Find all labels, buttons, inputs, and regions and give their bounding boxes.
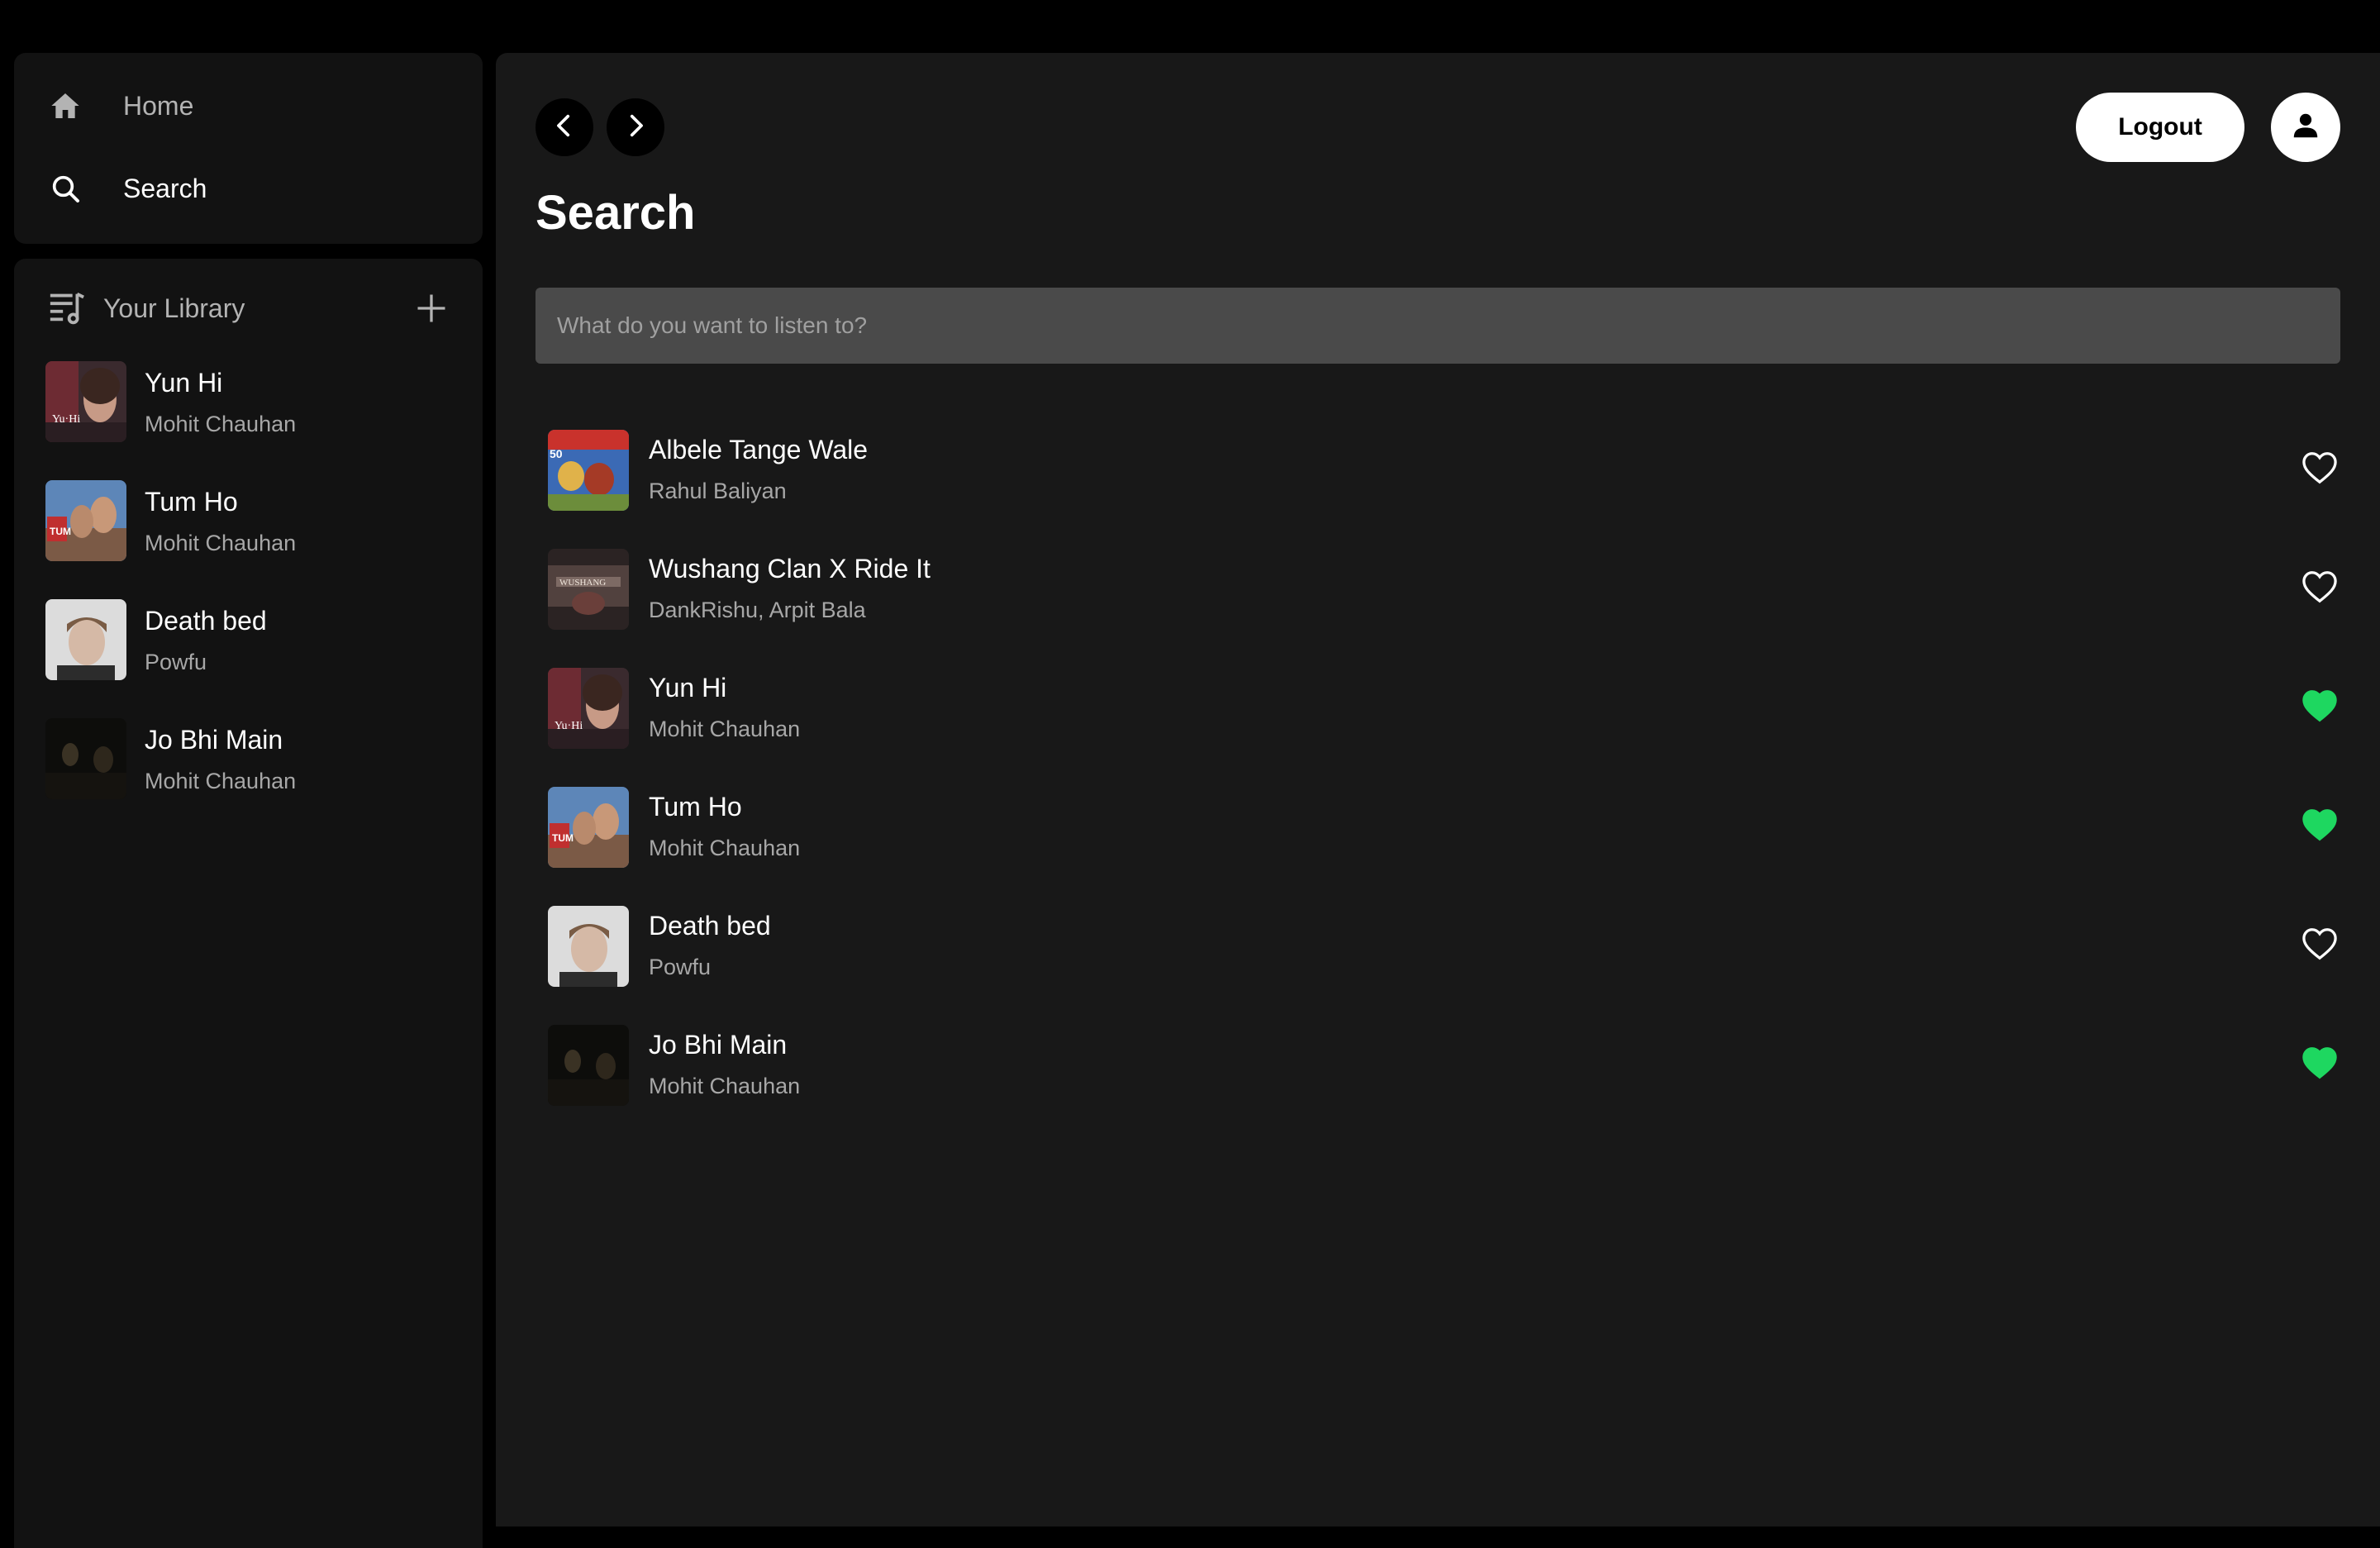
track-meta: Albele Tange Wale Rahul Baliyan	[649, 430, 868, 507]
track-meta: Wushang Clan X Ride It DankRishu, Arpit …	[649, 549, 931, 626]
heart-icon	[2301, 451, 2338, 488]
logout-button[interactable]: Logout	[2076, 93, 2244, 162]
album-art	[548, 1025, 629, 1106]
sidebar-item-label: Home	[123, 90, 194, 121]
table-row[interactable]: Yu·Hi Yun Hi Mohit Chauhan	[548, 668, 2349, 787]
plus-icon[interactable]	[413, 290, 450, 326]
track-meta: Tum Ho Mohit Chauhan	[145, 480, 296, 560]
track-title: Death bed	[145, 606, 267, 636]
svg-text:50: 50	[550, 447, 563, 460]
track-title: Jo Bhi Main	[145, 725, 283, 755]
track-title: Yun Hi	[145, 368, 223, 398]
heart-icon	[2301, 808, 2338, 845]
sidebar-item-label: Search	[123, 173, 207, 203]
like-button[interactable]	[2297, 565, 2343, 612]
album-art: 50	[548, 430, 629, 511]
album-art	[548, 906, 629, 987]
track-artist: Mohit Chauhan	[649, 717, 801, 741]
track-title: Yun Hi	[649, 673, 727, 703]
sidebar-item-search[interactable]: Search	[49, 164, 462, 213]
table-row[interactable]: TUM Tum Ho Mohit Chauhan	[548, 787, 2349, 906]
like-button[interactable]	[2297, 1041, 2343, 1088]
track-meta: Yun Hi Mohit Chauhan	[145, 361, 296, 441]
album-art: TUM	[45, 480, 126, 561]
heart-icon	[2301, 1046, 2338, 1084]
chevron-left-icon	[550, 112, 578, 144]
page-title: Search	[536, 186, 696, 240]
album-art: TUM	[548, 787, 629, 868]
library-icon	[47, 288, 85, 330]
list-item[interactable]: Jo Bhi Main Mohit Chauhan	[45, 718, 467, 837]
search-results: 50 Albele Tange Wale Rahul Baliyan WUSHA…	[548, 430, 2349, 1144]
svg-text:TUM: TUM	[552, 832, 574, 844]
track-artist: Powfu	[145, 650, 207, 674]
search-input[interactable]	[536, 288, 2340, 364]
sidebar-nav: Home Search	[14, 53, 483, 244]
album-art	[45, 599, 126, 680]
table-row[interactable]: 50 Albele Tange Wale Rahul Baliyan	[548, 430, 2349, 549]
like-button[interactable]	[2297, 684, 2343, 731]
table-row[interactable]: Jo Bhi Main Mohit Chauhan	[548, 1025, 2349, 1144]
forward-button[interactable]	[607, 98, 664, 156]
svg-text:WUSHANG: WUSHANG	[559, 578, 606, 588]
track-title: Death bed	[649, 911, 771, 941]
track-artist: DankRishu, Arpit Bala	[649, 598, 866, 622]
table-row[interactable]: Death bed Powfu	[548, 906, 2349, 1025]
track-artist: Mohit Chauhan	[649, 1074, 801, 1098]
heart-icon	[2301, 927, 2338, 965]
like-button[interactable]	[2297, 922, 2343, 969]
track-title: Tum Ho	[649, 792, 742, 822]
track-meta: Death bed Powfu	[649, 906, 771, 984]
app-root: Home Search Your Library Yu·Hi Yun Hi Mo…	[0, 53, 2380, 1548]
like-button[interactable]	[2297, 446, 2343, 493]
list-item[interactable]: Yu·Hi Yun Hi Mohit Chauhan	[45, 361, 467, 480]
track-meta: Yun Hi Mohit Chauhan	[649, 668, 800, 745]
back-button[interactable]	[536, 98, 593, 156]
library-list: Yu·Hi Yun Hi Mohit Chauhan TUM Tum Ho Mo…	[45, 361, 467, 837]
library-panel: Your Library Yu·Hi Yun Hi Mohit Chauhan …	[14, 259, 483, 1548]
table-row[interactable]: WUSHANG Wushang Clan X Ride It DankRishu…	[548, 549, 2349, 668]
list-item[interactable]: Death bed Powfu	[45, 599, 467, 718]
library-title: Your Library	[103, 293, 245, 323]
track-artist: Mohit Chauhan	[649, 836, 801, 860]
track-title: Albele Tange Wale	[649, 435, 869, 464]
album-art: Yu·Hi	[548, 668, 629, 749]
track-artist: Mohit Chauhan	[145, 769, 297, 793]
library-header[interactable]: Your Library	[47, 283, 460, 333]
track-artist: Rahul Baliyan	[649, 479, 787, 503]
user-icon	[2290, 110, 2321, 145]
track-artist: Mohit Chauhan	[145, 531, 297, 555]
album-art: WUSHANG	[548, 549, 629, 630]
heart-icon	[2301, 689, 2338, 726]
track-artist: Mohit Chauhan	[145, 412, 297, 436]
chevron-right-icon	[621, 112, 650, 144]
search-icon	[49, 166, 93, 211]
album-art	[45, 718, 126, 799]
avatar[interactable]	[2271, 93, 2340, 162]
svg-text:Yu·Hi: Yu·Hi	[555, 720, 583, 732]
svg-text:TUM: TUM	[50, 526, 71, 537]
track-title: Tum Ho	[145, 487, 238, 517]
list-item[interactable]: TUM Tum Ho Mohit Chauhan	[45, 480, 467, 599]
svg-text:Yu·Hi: Yu·Hi	[52, 413, 80, 426]
like-button[interactable]	[2297, 803, 2343, 850]
main-panel: Logout Search 50	[496, 53, 2380, 1527]
sidebar-item-home[interactable]: Home	[49, 81, 462, 131]
track-meta: Tum Ho Mohit Chauhan	[649, 787, 800, 864]
track-title: Wushang Clan X Ride It	[649, 554, 931, 583]
home-icon	[49, 83, 93, 128]
track-title: Jo Bhi Main	[649, 1030, 788, 1060]
track-meta: Jo Bhi Main Mohit Chauhan	[649, 1025, 800, 1103]
track-meta: Death bed Powfu	[145, 599, 267, 679]
track-meta: Jo Bhi Main Mohit Chauhan	[145, 718, 296, 798]
track-artist: Powfu	[649, 955, 712, 979]
heart-icon	[2301, 570, 2338, 607]
album-art: Yu·Hi	[45, 361, 126, 442]
